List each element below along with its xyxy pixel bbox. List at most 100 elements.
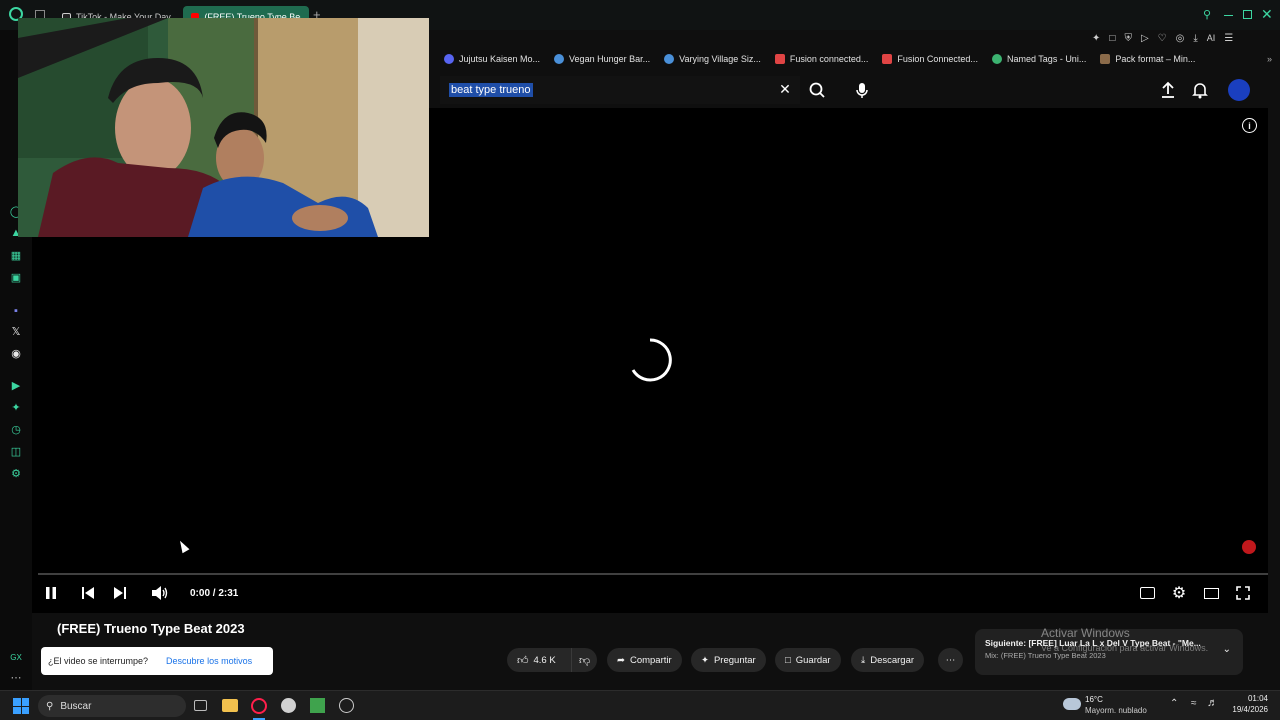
steam-icon[interactable] <box>281 698 296 713</box>
time-display: 0:00 / 2:31 <box>190 588 239 599</box>
loading-spinner-icon <box>628 338 672 382</box>
x-icon[interactable]: 𝕏 <box>9 324 23 338</box>
voice-search-button[interactable] <box>850 78 874 102</box>
download-arrow-icon: ⤓ <box>861 654 866 666</box>
settings-gear-icon[interactable]: ⚙ <box>1171 585 1187 602</box>
notifications-button[interactable] <box>1190 80 1210 100</box>
clock-time[interactable]: 01:04 <box>1236 694 1268 703</box>
interruption-toast: ¿El video se interrumpe? Descubre los mo… <box>41 647 273 675</box>
chatgpt-icon[interactable] <box>339 698 354 713</box>
weather-temp: 16°C <box>1085 695 1103 704</box>
activate-windows-subtitle: Ve a Configuración para activar Windows. <box>1041 643 1209 653</box>
taskbar-search[interactable]: ⚲ Buscar <box>38 695 186 717</box>
file-explorer-icon[interactable] <box>222 699 238 712</box>
subtitles-button[interactable] <box>1140 587 1155 599</box>
player-icon[interactable]: ▶ <box>9 378 23 392</box>
tray-chevron-up-icon[interactable]: ⌃ <box>1170 698 1178 709</box>
menu-icon[interactable]: ☰ <box>1224 33 1233 44</box>
bell-icon <box>1192 83 1208 99</box>
avatar[interactable] <box>1228 79 1250 101</box>
bookmark-icon: □ <box>785 654 791 666</box>
theater-mode-button[interactable] <box>1204 588 1219 599</box>
fullscreen-button[interactable] <box>1236 586 1250 600</box>
next-button[interactable] <box>113 586 127 600</box>
shield-icon[interactable]: ⛨ <box>1124 33 1132 44</box>
learn-why-link[interactable]: Descubre los motivos <box>166 656 252 666</box>
pause-button[interactable] <box>44 586 58 600</box>
upload-button[interactable] <box>1158 80 1178 100</box>
webcam-overlay <box>18 18 429 237</box>
messenger-icon[interactable]: ▣ <box>9 270 23 284</box>
task-view-icon[interactable] <box>194 700 207 711</box>
maximize-button[interactable] <box>1243 10 1252 19</box>
minimize-button[interactable] <box>1224 15 1233 16</box>
info-icon[interactable]: i <box>1242 118 1257 133</box>
minecraft-icon[interactable] <box>310 698 325 713</box>
search-input[interactable]: beat type trueno <box>440 76 800 104</box>
video-title: (FREE) Trueno Type Beat 2023 <box>57 621 245 636</box>
like-count: 4.6 K <box>533 654 556 666</box>
fusion-icon <box>774 54 785 64</box>
bookmark-item[interactable]: Jujutsu Kaisen Mo... <box>444 54 540 64</box>
more-actions-button[interactable]: ⋯ <box>938 648 963 672</box>
heart-icon[interactable]: ♡ <box>1158 33 1167 44</box>
speaker-icon[interactable]: ♬ <box>1207 697 1218 709</box>
chevron-down-icon[interactable]: ⌄ <box>1223 644 1231 655</box>
share-button[interactable]: ➦ Compartir <box>607 648 682 672</box>
extensions-icon[interactable]: ◫ <box>9 444 23 458</box>
more-bookmarks-icon[interactable]: » <box>1267 54 1272 64</box>
globe-icon <box>554 54 565 64</box>
thumbs-up-icon: 👍︎ <box>517 654 529 667</box>
play-icon[interactable]: ▷ <box>1141 33 1149 44</box>
settings-icon[interactable]: ⚙ <box>9 466 23 480</box>
teams-icon[interactable]: ▪ <box>9 304 23 318</box>
weather-desc: Mayorm. nublado <box>1085 706 1147 715</box>
volume-button[interactable] <box>151 585 169 601</box>
history-icon[interactable]: ◷ <box>9 422 23 436</box>
download-icon[interactable]: ⤓ <box>1193 33 1197 44</box>
microphone-icon <box>856 83 868 98</box>
previous-button[interactable] <box>81 586 95 600</box>
more-sidebar-icon[interactable]: ⋯ <box>9 670 23 684</box>
webcam-feed-image <box>18 18 429 237</box>
weather-icon[interactable] <box>1063 698 1081 710</box>
pinboard-icon[interactable]: ✦ <box>9 400 23 414</box>
bookmark-item[interactable]: Fusion connected... <box>774 54 868 64</box>
video-timeline[interactable] <box>38 573 1268 575</box>
download-button[interactable]: ⤓ Descargar <box>851 648 925 672</box>
cube-icon <box>1100 54 1111 64</box>
search-button[interactable] <box>801 76 833 104</box>
clock-date[interactable]: 19/4/2026 <box>1222 705 1268 714</box>
dislike-button[interactable]: 👎︎ <box>571 648 597 672</box>
bookmark-item[interactable]: Vegan Hunger Bar... <box>554 54 650 64</box>
gx-icon[interactable]: GX <box>9 650 23 664</box>
bookmark-item[interactable]: Varying Village Siz... <box>664 54 761 64</box>
start-button[interactable] <box>13 698 29 714</box>
volume-icon <box>152 586 168 600</box>
save-button[interactable]: □ Guardar <box>775 648 841 672</box>
close-window-button[interactable]: ✕ <box>1261 6 1273 23</box>
workspace-icon[interactable]: ▦ <box>9 248 23 262</box>
bookmark-item[interactable]: Pack format – Min... <box>1100 54 1195 64</box>
wallet-icon[interactable]: ◎ <box>1176 33 1185 44</box>
opera-gx-taskbar-icon[interactable] <box>251 698 267 714</box>
globe-icon <box>664 54 675 64</box>
sparkle-icon: ✦ <box>701 654 709 666</box>
bookmarks-bar: Jujutsu Kaisen Mo... Vegan Hunger Bar...… <box>436 49 1280 69</box>
like-button[interactable]: 👍︎ 4.6 K <box>507 648 571 672</box>
discord-icon[interactable]: ◉ <box>9 346 23 360</box>
wifi-icon[interactable]: ≈ <box>1191 698 1197 709</box>
fullscreen-icon <box>1236 586 1250 600</box>
pause-icon <box>46 587 56 599</box>
extension-bug-icon[interactable] <box>1242 540 1256 554</box>
pin-icon[interactable]: ✦ <box>1092 33 1100 44</box>
search-glass-icon: ⚲ <box>46 700 54 712</box>
ai-button[interactable]: AI <box>1207 33 1216 43</box>
bookmark-item[interactable]: Fusion Connected... <box>882 54 978 64</box>
snapshot-icon[interactable]: □ <box>1109 33 1115 44</box>
fusion-icon <box>882 54 893 64</box>
clear-search-icon[interactable]: ✕ <box>776 80 794 98</box>
ask-button[interactable]: ✦ Preguntar <box>691 648 766 672</box>
bookmark-item[interactable]: Named Tags - Uni... <box>991 54 1086 64</box>
search-tabs-icon[interactable]: ⚲ <box>1203 8 1211 21</box>
